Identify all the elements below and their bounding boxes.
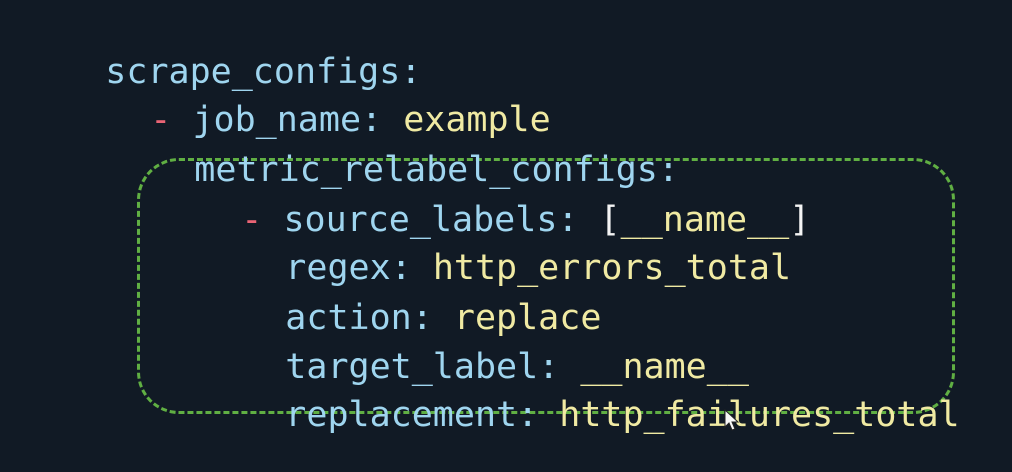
yaml-key-replacement: replacement [285, 395, 518, 435]
code-line-4: - source_labels: [__name__] [157, 160, 810, 240]
code-line-2: - job_name: example [66, 60, 550, 140]
code-line-3: metric_relabel_configs: [110, 110, 679, 190]
code-line-8: replacement: http_failures_total [201, 355, 959, 435]
code-line-6: action: replace [201, 258, 601, 338]
mouse-pointer-icon [724, 408, 740, 431]
code-line-7: target_label: __name__ [201, 307, 749, 387]
yaml-close-bracket: ] [789, 200, 811, 240]
code-line-5: regex: http_errors_total [201, 208, 791, 288]
yaml-colon: : [517, 395, 539, 435]
code-screen: scrape_configs: - job_name: example metr… [0, 0, 1012, 472]
code-line-1: scrape_configs: [21, 12, 421, 92]
yaml-value-http-failures-total: http_failures_total [559, 395, 960, 435]
